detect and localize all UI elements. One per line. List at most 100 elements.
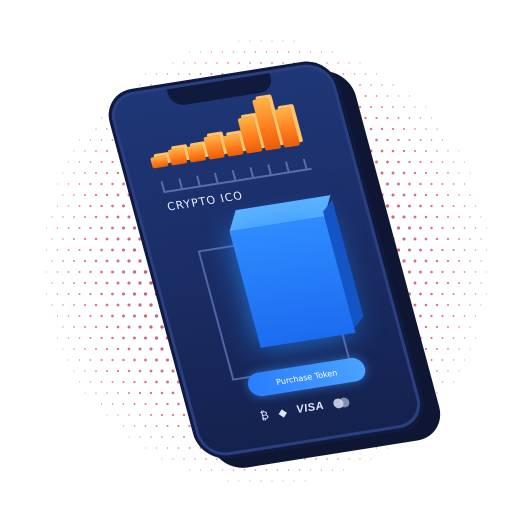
halftone-dot <box>375 95 378 97</box>
halftone-dot <box>397 138 400 142</box>
halftone-dot <box>111 381 114 383</box>
halftone-dot <box>304 480 306 482</box>
halftone-dot <box>133 403 136 405</box>
halftone-dot <box>397 95 400 97</box>
halftone-dot <box>149 391 153 395</box>
halftone-dot <box>127 259 131 263</box>
halftone-dot <box>94 215 98 219</box>
halftone-dot <box>84 370 86 372</box>
halftone-dot <box>331 469 334 471</box>
halftone-dot <box>452 292 455 296</box>
halftone-dot <box>298 469 301 471</box>
halftone-dot <box>122 182 125 186</box>
halftone-dot <box>424 347 428 351</box>
halftone-dot <box>474 205 477 207</box>
halftone-dot <box>435 237 439 241</box>
halftone-dot <box>254 51 257 53</box>
halftone-dot <box>435 325 439 329</box>
halftone-dot <box>397 182 400 186</box>
halftone-dot <box>183 436 185 438</box>
halftone-dot <box>73 216 75 218</box>
ruler-tick <box>302 158 308 169</box>
halftone-dot <box>370 458 372 460</box>
halftone-dot <box>413 281 417 285</box>
ruler-tick <box>249 167 255 178</box>
halftone-dot <box>441 226 444 230</box>
halftone-dot <box>359 84 361 86</box>
halftone-dot <box>359 62 361 64</box>
halftone-dot <box>89 204 92 208</box>
halftone-dot <box>62 260 64 262</box>
halftone-dot <box>95 172 97 174</box>
halftone-dot <box>89 139 92 141</box>
halftone-dot <box>441 337 444 339</box>
halftone-dot <box>221 469 224 471</box>
halftone-dot <box>111 336 114 340</box>
halftone-dot <box>73 238 75 240</box>
halftone-dot <box>243 469 246 471</box>
halftone-dot <box>144 447 147 449</box>
halftone-dot <box>309 51 312 53</box>
halftone-dot <box>67 337 70 339</box>
halftone-dot <box>425 150 427 152</box>
halftone-dot <box>309 469 312 471</box>
halftone-dot <box>160 369 164 373</box>
halftone-dot <box>402 259 406 263</box>
halftone-dot <box>78 292 81 296</box>
halftone-dot <box>116 281 120 285</box>
halftone-dot <box>84 326 86 328</box>
halftone-dot <box>127 215 131 219</box>
halftone-dot <box>171 369 175 373</box>
halftone-dot <box>100 336 103 340</box>
halftone-dot <box>458 172 460 174</box>
halftone-dot <box>480 216 482 218</box>
halftone-dot <box>84 194 86 196</box>
halftone-dot <box>122 425 125 427</box>
halftone-dot <box>73 370 75 372</box>
halftone-dot <box>436 370 438 372</box>
chart-bar <box>167 147 188 166</box>
halftone-dot <box>441 204 444 208</box>
halftone-dot <box>446 281 450 285</box>
halftone-dot <box>133 358 136 362</box>
halftone-dot <box>111 139 114 141</box>
halftone-dot <box>424 215 428 219</box>
halftone-dot <box>166 73 169 75</box>
halftone-dot <box>56 205 59 207</box>
halftone-dot <box>160 391 164 395</box>
halftone-dot <box>105 193 109 197</box>
halftone-dot <box>106 150 108 152</box>
halftone-dot <box>446 259 450 263</box>
halftone-dot <box>238 480 240 482</box>
halftone-dot <box>194 458 196 460</box>
halftone-dot <box>408 138 411 142</box>
halftone-dot <box>149 347 153 351</box>
halftone-dot <box>177 402 180 406</box>
halftone-dot <box>441 161 444 163</box>
halftone-dot <box>150 414 152 416</box>
halftone-dot <box>469 260 471 262</box>
halftone-dot <box>182 413 186 417</box>
halftone-dot <box>67 271 70 273</box>
halftone-dot <box>441 139 444 141</box>
halftone-dot <box>105 259 109 263</box>
halftone-dot <box>441 381 444 383</box>
halftone-dot <box>249 62 251 64</box>
halftone-dot <box>249 480 251 482</box>
halftone-dot <box>67 161 70 163</box>
halftone-dot <box>435 303 439 307</box>
halftone-dot <box>424 237 428 241</box>
halftone-dot <box>122 314 125 318</box>
halftone-dot <box>166 380 169 384</box>
halftone-dot <box>51 260 53 262</box>
halftone-dot <box>447 150 449 152</box>
halftone-dot <box>83 237 87 241</box>
halftone-dot <box>446 215 450 219</box>
halftone-dot <box>143 314 148 318</box>
halftone-dot <box>276 469 279 471</box>
halftone-dot <box>424 281 428 285</box>
halftone-dot <box>430 117 433 119</box>
halftone-dot <box>396 226 401 230</box>
halftone-dot <box>166 447 169 449</box>
halftone-dot <box>105 281 109 285</box>
